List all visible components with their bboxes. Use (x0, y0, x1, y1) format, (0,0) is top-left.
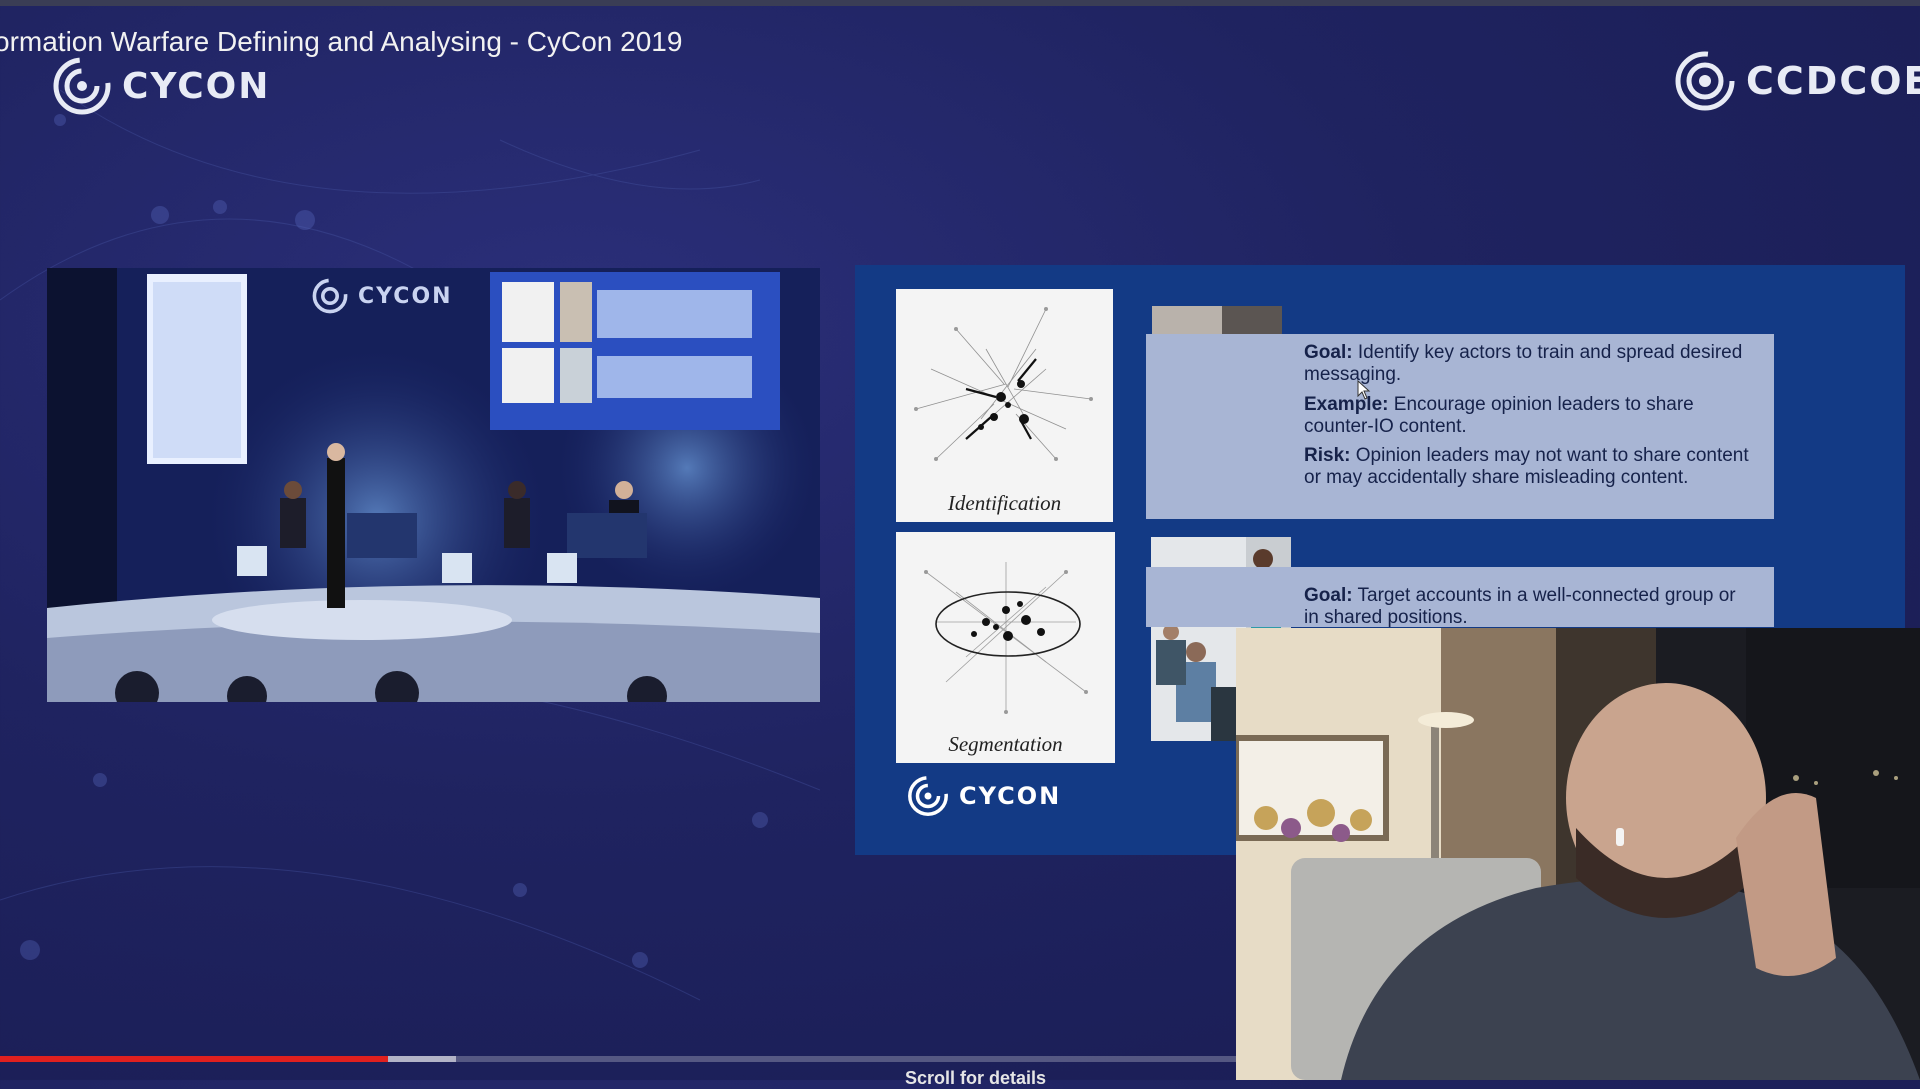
stage-video-feed: CYCON (47, 268, 820, 702)
segmentation-goal-text: Target accounts in a well-connected grou… (1304, 585, 1736, 627)
goal-label: Goal: (1304, 342, 1353, 363)
segmentation-goal-line: Goal: Target accounts in a well-connecte… (1304, 585, 1752, 627)
webcam-scene-illustration (1236, 628, 1920, 1080)
identification-textbox: Goal: Identify key actors to train and s… (1146, 334, 1774, 519)
goal-text: Identify key actors to train and spread … (1304, 342, 1743, 385)
stage-screen-cycon-logo: CYCON (312, 278, 453, 314)
ccdcoe-logo-icon (1675, 51, 1735, 111)
ccdcoe-logo-text: CCDCOE (1746, 59, 1920, 103)
segmentation-textbox: Goal: Target accounts in a well-connecte… (1146, 567, 1774, 627)
segmentation-network-illustration (924, 562, 1088, 714)
ccdcoe-logo: CCDCOE (1674, 50, 1920, 112)
cycon-logo: CYCON (52, 56, 270, 116)
risk-label: Risk: (1304, 445, 1351, 467)
stage-scene-illustration (47, 268, 820, 702)
segmentation-goal-label: Goal: (1304, 585, 1353, 606)
identification-panel: Identification (896, 289, 1113, 522)
risk-text: Opinion leaders may not want to share co… (1304, 445, 1749, 489)
stage-screen-logo-text: CYCON (358, 283, 453, 309)
progress-played (0, 1056, 389, 1062)
stage-cycon-logo-icon (312, 278, 348, 314)
goal-line: Goal: Identify key actors to train and s… (1304, 342, 1752, 386)
example-label: Example: (1304, 393, 1389, 415)
scroll-for-details-hint[interactable]: Scroll for details (905, 1068, 1046, 1089)
identification-caption: Identification (947, 491, 1062, 515)
slide-cycon-logo-icon (908, 776, 948, 816)
webcam-overlay (1236, 628, 1920, 1080)
slide-logo-text: CYCON (959, 782, 1062, 810)
cycon-logo-text: CYCON (122, 65, 271, 107)
segmentation-panel: Segmentation (896, 532, 1115, 763)
cycon-logo-icon (53, 57, 111, 115)
segmentation-caption: Segmentation (948, 732, 1063, 756)
identification-network-illustration (914, 307, 1093, 461)
example-line: Example: Encourage opinion leaders to sh… (1304, 394, 1752, 438)
video-progress-bar[interactable] (0, 1056, 1236, 1062)
mouse-cursor-icon (1357, 380, 1371, 400)
risk-line: Risk: Opinion leaders may not want to sh… (1304, 445, 1752, 489)
slide-cycon-logo: CYCON (907, 775, 1061, 817)
video-title: ormation Warfare Defining and Analysing … (0, 26, 683, 57)
